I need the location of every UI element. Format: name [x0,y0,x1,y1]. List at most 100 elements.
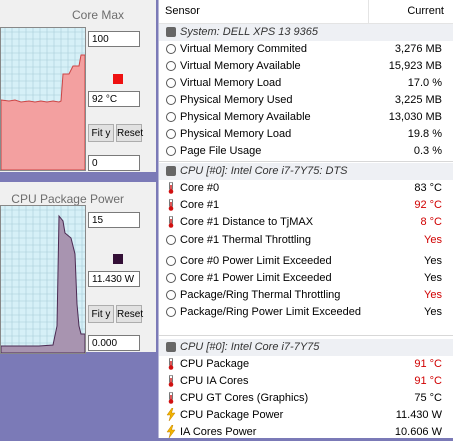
sensor-label: Core #1 Thermal Throttling [180,234,312,246]
sensor-label: Virtual Memory Available [180,60,301,72]
sensor-row[interactable]: Core #0 83 °C [159,180,453,197]
clock-icon [166,112,176,122]
fit-y-button[interactable]: Fit y [88,124,114,142]
disk-icon [166,166,176,176]
color-swatch[interactable] [113,254,123,264]
sensor-label: Virtual Memory Commited [180,43,307,55]
sensor-label: Page File Usage [180,145,262,157]
sensor-row[interactable]: Core #1 Distance to TjMAX 8 °C [159,214,453,231]
disk-icon [166,27,176,37]
sensor-label: Core #1 Power Limit Exceeded [180,272,332,284]
sensor-value: Yes [424,289,442,301]
min-value-input[interactable]: 0 [88,155,140,171]
sensor-value: 83 °C [414,182,442,194]
max-value-input[interactable]: 15 [88,212,140,228]
sensor-label: IA Cores Power [180,426,257,438]
sensor-label: CPU Package [180,358,250,370]
graph-title: CPU Package Power [11,192,124,206]
sensor-value: 17.0 % [407,77,442,89]
fit-y-button[interactable]: Fit y [88,305,114,323]
sensor-row[interactable]: Virtual Memory Commited 3,276 MB [159,41,453,58]
lightning-icon [166,424,176,439]
thermometer-icon [166,215,176,228]
current-value-display: 92 °C [88,91,140,107]
color-swatch[interactable] [113,74,123,84]
sensor-row[interactable]: Package/Ring Thermal Throttling Yes [159,287,453,304]
reset-button[interactable]: Reset [116,124,143,142]
clock-icon [166,273,176,283]
thermometer-icon [166,374,176,387]
clock-icon [166,290,176,300]
sensor-value: 3,225 MB [394,94,442,106]
clock-icon [166,95,176,105]
sensor-row[interactable]: CPU GT Cores (Graphics) 75 °C [159,390,453,407]
clock-icon [166,129,176,139]
graph-area [1,214,85,353]
sensor-value: 91 °C [414,375,442,387]
clock-icon [166,146,176,156]
clock-icon [166,61,176,71]
min-value-input[interactable]: 0.000 [88,335,140,351]
thermometer-icon [166,391,176,404]
sensor-label: Core #1 [180,199,220,211]
reset-button[interactable]: Reset [116,305,143,323]
disk-icon [166,342,176,352]
current-value-display: 11.430 W [88,271,140,287]
table-header: Sensor Current [159,0,453,24]
sensor-label: Package/Ring Power Limit Exceeded [180,306,361,318]
sensor-row[interactable]: CPU Package Power 11.430 W [159,407,453,424]
column-header-sensor[interactable]: Sensor [165,5,200,17]
sensor-label: Physical Memory Load [180,128,292,140]
sensor-row[interactable]: Physical Memory Available 13,030 MB [159,109,453,126]
sensor-row[interactable]: Physical Memory Used 3,225 MB [159,92,453,109]
sensor-row[interactable]: Core #0 Power Limit Exceeded Yes [159,253,453,270]
sensor-label: Core #1 Distance to TjMAX [180,216,314,228]
sensor-label: Core #0 Power Limit Exceeded [180,255,332,267]
sensor-row[interactable]: Page File Usage 0.3 % [159,143,453,160]
group-row[interactable]: CPU [#0]: Intel Core i7-7Y75: DTS [159,163,453,180]
sensor-row[interactable]: Virtual Memory Load 17.0 % [159,75,453,92]
sensor-label: CPU GT Cores (Graphics) [180,392,309,404]
sensor-row[interactable]: Core #1 92 °C [159,197,453,214]
sensor-value: 10.606 W [394,426,442,438]
sensor-value: 11.430 W [395,409,442,421]
sensor-row[interactable]: Virtual Memory Available 15,923 MB [159,58,453,75]
sensor-row[interactable]: IA Cores Power 10.606 W [159,424,453,441]
sensor-value: 19.8 % [407,128,442,140]
sensor-label: Virtual Memory Load [180,77,282,89]
sensor-label: CPU [#0]: Intel Core i7-7Y75: DTS [180,165,348,177]
sensor-value: 13,030 MB [388,111,442,123]
sensor-row[interactable]: Physical Memory Load 19.8 % [159,126,453,143]
sensor-value: 0.3 % [413,145,442,157]
sensor-row[interactable]: Core #1 Thermal Throttling Yes [159,232,453,249]
sensor-row[interactable]: Core #1 Power Limit Exceeded Yes [159,270,453,287]
sensor-table: Sensor Current System: DELL XPS 13 9365 V… [158,0,453,441]
column-header-current[interactable]: Current [407,5,444,17]
sensor-row[interactable]: CPU Package 91 °C [159,356,453,373]
sensor-label: CPU IA Cores [180,375,249,387]
sensor-label: CPU [#0]: Intel Core i7-7Y75 [180,341,320,353]
sensor-value: Yes [424,255,442,267]
thermometer-icon [166,181,176,194]
group-row[interactable]: System: DELL XPS 13 9365 [159,24,453,41]
sensor-value: 92 °C [414,199,442,211]
graph-panel-cpu-package-power: CPU Package Power 15 11.430 W Fit y Rese… [0,182,156,354]
core-max-graph [0,27,86,171]
sensor-label: Physical Memory Available [180,111,311,123]
sensor-value: 15,923 MB [388,60,442,72]
sensor-label: Package/Ring Thermal Throttling [180,289,341,301]
sensor-value: 8 °C [420,216,442,228]
sensor-label: CPU Package Power [180,409,284,421]
cpu-package-power-graph [0,205,86,354]
graph-panel-core-max: Core Max 100 92 °C Fit y Reset 0 [0,0,156,172]
clock-icon [166,307,176,317]
sensor-row[interactable]: CPU IA Cores 91 °C [159,373,453,390]
group-row[interactable]: CPU [#0]: Intel Core i7-7Y75 [159,339,453,356]
sensor-label: System: DELL XPS 13 9365 [180,26,318,38]
sensor-row[interactable]: Package/Ring Power Limit Exceeded Yes [159,304,453,321]
column-divider[interactable] [368,0,369,23]
group-separator [159,335,453,336]
lightning-icon [166,407,176,422]
thermometer-icon [166,357,176,370]
max-value-input[interactable]: 100 [88,31,140,47]
